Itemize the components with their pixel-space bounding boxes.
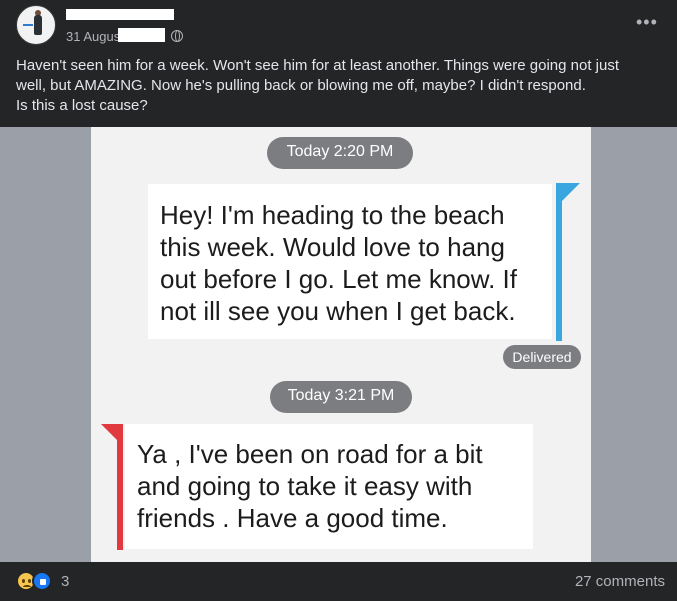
date-redaction (118, 28, 165, 42)
post-text-line-3: Is this a lost cause? (16, 97, 148, 114)
globe-icon (171, 30, 183, 42)
like-reaction-icon[interactable] (32, 571, 52, 591)
author-name-redaction[interactable] (66, 9, 174, 20)
post-date[interactable]: 31 Augus (66, 29, 120, 44)
outgoing-message: Hey! I'm heading to the beach this week.… (148, 184, 552, 339)
more-options-icon[interactable]: ••• (636, 12, 658, 33)
message-screenshot: Today 2:20 PM Hey! I'm heading to the be… (91, 127, 591, 562)
timestamp-pill: Today 2:20 PM (267, 137, 413, 169)
comments-link[interactable]: 27 comments (575, 573, 665, 590)
avatar-logo (23, 24, 33, 26)
outgoing-tail (556, 183, 580, 207)
post-header: 31 Augus ••• (0, 0, 677, 50)
timestamp-pill: Today 3:21 PM (270, 381, 412, 413)
avatar-figure-body (34, 15, 42, 35)
post-text-line-2: well, but AMAZING. Now he's pulling back… (16, 77, 586, 94)
delivered-status: Delivered (503, 345, 581, 369)
post-image[interactable]: Today 2:20 PM Hey! I'm heading to the be… (0, 127, 677, 562)
incoming-message: Ya , I've been on road for a bit and goi… (125, 424, 533, 549)
post-text-line-1: Haven't seen him for a week. Won't see h… (16, 57, 619, 74)
incoming-tail (101, 424, 123, 446)
reaction-count[interactable]: 3 (61, 573, 69, 590)
post-text: Haven't seen him for a week. Won't see h… (16, 56, 656, 116)
post-footer: 3 27 comments (0, 562, 677, 601)
author-avatar[interactable] (16, 5, 56, 45)
